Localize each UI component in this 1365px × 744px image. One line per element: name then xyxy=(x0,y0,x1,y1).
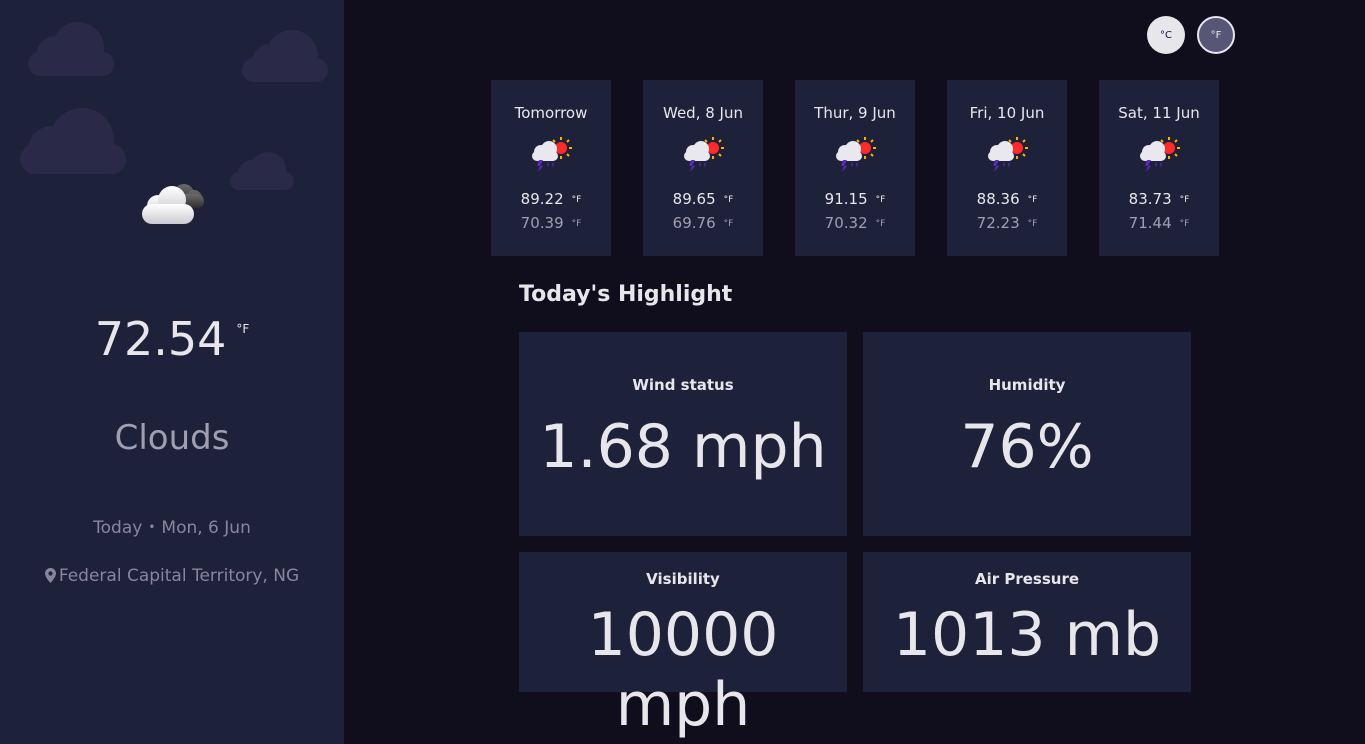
forecast-min-value: 71.44 xyxy=(1128,214,1172,232)
forecast-min-unit: °F xyxy=(571,219,582,229)
forecast-max-unit: °F xyxy=(723,195,734,205)
visibility-value: 10000 mph xyxy=(587,600,779,740)
forecast-day: Tomorrow xyxy=(514,104,588,122)
current-date: Today • Mon, 6 Jun xyxy=(0,518,344,538)
forecast-min: 70.39 °F xyxy=(491,214,611,232)
location-text: Federal Capital Territory, NG xyxy=(58,566,300,586)
forecast-day: Wed, 8 Jun xyxy=(663,104,743,122)
wind-status-label: Wind status xyxy=(632,376,734,394)
fahrenheit-button[interactable]: °F xyxy=(1197,16,1235,54)
thunderstorm-sun-icon xyxy=(1140,137,1180,172)
thunderstorm-sun-icon xyxy=(836,137,876,172)
cloud-icon xyxy=(142,184,204,224)
forecast-min-unit: °F xyxy=(1179,219,1190,229)
current-temperature: 72.54 °F xyxy=(0,312,344,366)
visibility-card: Visibility 10000 mph xyxy=(519,552,847,740)
wind-status-value: 1.68 mph xyxy=(539,412,827,482)
thunderstorm-sun-icon xyxy=(684,137,724,172)
forecast-max-value: 88.36 xyxy=(976,190,1020,208)
forecast-max-value: 83.73 xyxy=(1128,190,1172,208)
forecast-max: 89.22 °F xyxy=(491,190,611,208)
thunderstorm-sun-icon xyxy=(988,137,1028,172)
forecast-min-unit: °F xyxy=(723,219,734,229)
forecast-card: Fri, 10 Jun 88.36 °F 72.23 °F xyxy=(947,80,1067,256)
forecast-day: Sat, 11 Jun xyxy=(1118,104,1200,122)
temperature-value: 72.54 xyxy=(94,312,227,366)
map-pin-icon xyxy=(44,568,56,583)
wind-status-card: Wind status 1.68 mph xyxy=(519,332,847,536)
forecast-min-value: 69.76 xyxy=(672,214,716,232)
weather-condition: Clouds xyxy=(114,418,230,458)
thunderstorm-sun-icon xyxy=(532,137,572,172)
forecast-max-unit: °F xyxy=(875,195,886,205)
forecast-max: 83.73 °F xyxy=(1099,190,1219,208)
air-pressure-card: Air Pressure 1013 mb xyxy=(863,552,1191,692)
forecast-min-value: 70.39 xyxy=(520,214,564,232)
forecast-card: Tomorrow 89.22 °F 70.39 °F xyxy=(491,80,611,256)
forecast-min: 69.76 °F xyxy=(643,214,763,232)
forecast-max-value: 89.22 xyxy=(520,190,564,208)
forecast-min-unit: °F xyxy=(875,219,886,229)
forecast-max: 91.15 °F xyxy=(795,190,915,208)
forecast-max-value: 91.15 xyxy=(824,190,868,208)
humidity-card: Humidity 76% xyxy=(863,332,1191,536)
forecast-min-value: 70.32 xyxy=(824,214,868,232)
forecast-max-value: 89.65 xyxy=(672,190,716,208)
forecast-min-value: 72.23 xyxy=(976,214,1020,232)
date-value: Mon, 6 Jun xyxy=(161,518,251,538)
humidity-value: 76% xyxy=(960,412,1094,482)
forecast-max-unit: °F xyxy=(1179,195,1190,205)
sidebar: 72.54 °F Clouds Today • Mon, 6 Jun Federal … xyxy=(0,0,344,744)
humidity-label: Humidity xyxy=(988,376,1066,394)
date-today-label: Today xyxy=(93,518,143,538)
forecast-card: Sat, 11 Jun 83.73 °F 71.44 °F xyxy=(1099,80,1219,256)
forecast-min: 71.44 °F xyxy=(1099,214,1219,232)
forecast-max: 88.36 °F xyxy=(947,190,1067,208)
forecast-max-unit: °F xyxy=(1027,195,1038,205)
visibility-label: Visibility xyxy=(646,570,720,588)
background-cloud-icon xyxy=(28,22,114,76)
air-pressure-label: Air Pressure xyxy=(974,570,1080,588)
temperature-unit: °F xyxy=(236,322,250,336)
forecast-day: Thur, 9 Jun xyxy=(814,104,896,122)
forecast-min-unit: °F xyxy=(1027,219,1038,229)
celsius-button[interactable]: °C xyxy=(1147,16,1185,54)
air-pressure-value: 1013 mb xyxy=(892,600,1162,670)
date-separator: • xyxy=(148,520,156,534)
forecast-card: Wed, 8 Jun 89.65 °F 69.76 °F xyxy=(643,80,763,256)
highlights-title: Today's Highlight xyxy=(519,282,733,307)
forecast-day: Fri, 10 Jun xyxy=(969,104,1045,122)
forecast-card: Thur, 9 Jun 91.15 °F 70.32 °F xyxy=(795,80,915,256)
forecast-min: 72.23 °F xyxy=(947,214,1067,232)
forecast-max: 89.65 °F xyxy=(643,190,763,208)
location: Federal Capital Territory, NG xyxy=(0,566,344,586)
background-cloud-icon xyxy=(230,152,294,190)
forecast-min: 70.32 °F xyxy=(795,214,915,232)
forecast-max-unit: °F xyxy=(571,195,582,205)
background-cloud-icon xyxy=(242,30,328,82)
background-cloud-icon xyxy=(20,108,126,174)
